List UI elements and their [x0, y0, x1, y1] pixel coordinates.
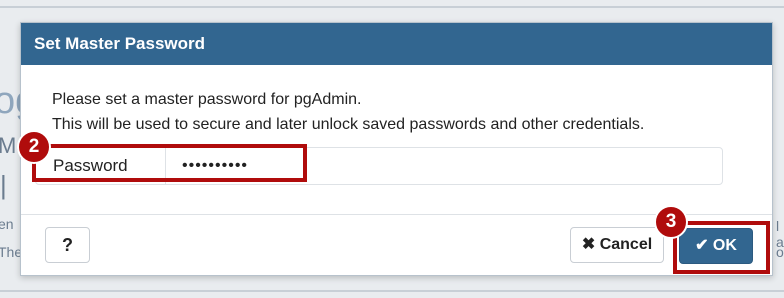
background-text-fragment: o — [776, 244, 784, 260]
background-top-border — [0, 6, 784, 8]
dialog-message-line-2: This will be used to secure and later un… — [52, 116, 645, 133]
dialog-title: Set Master Password — [21, 23, 772, 65]
background-text-fragment: The — [0, 244, 23, 260]
master-password-dialog: Set Master Password Please set a master … — [20, 22, 773, 276]
background-bottom-border — [0, 290, 784, 292]
password-highlight-box — [32, 144, 307, 182]
dialog-message-line-1: Please set a master password for pgAdmin… — [52, 91, 362, 108]
close-icon: ✖ — [581, 236, 596, 253]
cancel-button-label: Cancel — [599, 236, 653, 253]
cancel-button[interactable]: ✖ Cancel — [570, 227, 664, 263]
step-badge-ok: 3 — [654, 205, 688, 239]
step-badge-password: 2 — [17, 130, 51, 164]
ok-highlight-box — [673, 221, 770, 274]
help-button[interactable]: ? — [45, 227, 90, 263]
background-text-fragment: en — [0, 216, 14, 232]
background-text-fragment: | — [0, 170, 7, 200]
